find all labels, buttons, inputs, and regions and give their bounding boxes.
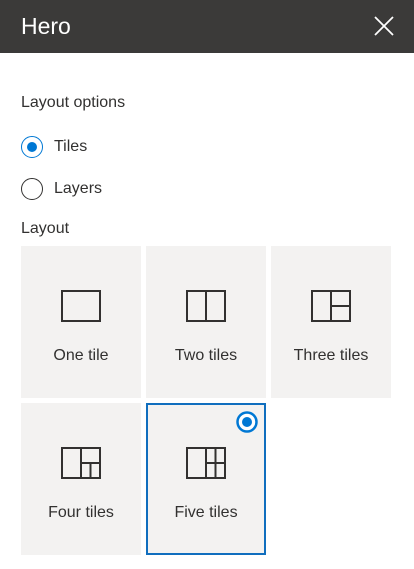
three-tiles-icon (311, 290, 351, 322)
panel-header: Hero (0, 0, 414, 53)
tile-two-tiles[interactable]: Two tiles (146, 246, 266, 398)
radio-layers[interactable]: Layers (21, 176, 102, 202)
radio-tiles-label: Tiles (54, 138, 88, 155)
tile-four-tiles[interactable]: Four tiles (21, 403, 141, 555)
radio-layers-label: Layers (54, 180, 103, 197)
tile-label: One tile (53, 347, 109, 364)
tile-label: Two tiles (174, 347, 238, 364)
one-tile-icon (61, 290, 101, 322)
selected-check-icon (236, 411, 258, 433)
layout-options-label: Layout options (21, 94, 126, 111)
radio-tiles[interactable]: Tiles (21, 134, 87, 160)
tile-label: Five tiles (174, 504, 238, 521)
tile-three-tiles[interactable]: Three tiles (271, 246, 391, 398)
layout-label: Layout (21, 220, 70, 237)
four-tiles-icon (61, 447, 101, 479)
radio-layers-indicator[interactable] (21, 178, 43, 200)
tile-five-tiles[interactable]: Five tiles (146, 403, 266, 555)
tile-one-tile[interactable]: One tile (21, 246, 141, 398)
two-tiles-icon (186, 290, 226, 322)
radio-tiles-indicator[interactable] (21, 136, 43, 158)
panel-title: Hero (21, 13, 71, 39)
close-icon (374, 16, 394, 36)
close-button[interactable] (366, 8, 402, 44)
tile-label: Four tiles (48, 504, 114, 521)
tile-label: Three tiles (293, 347, 369, 364)
radio-selected-dot (27, 142, 37, 152)
five-tiles-icon (186, 447, 226, 479)
